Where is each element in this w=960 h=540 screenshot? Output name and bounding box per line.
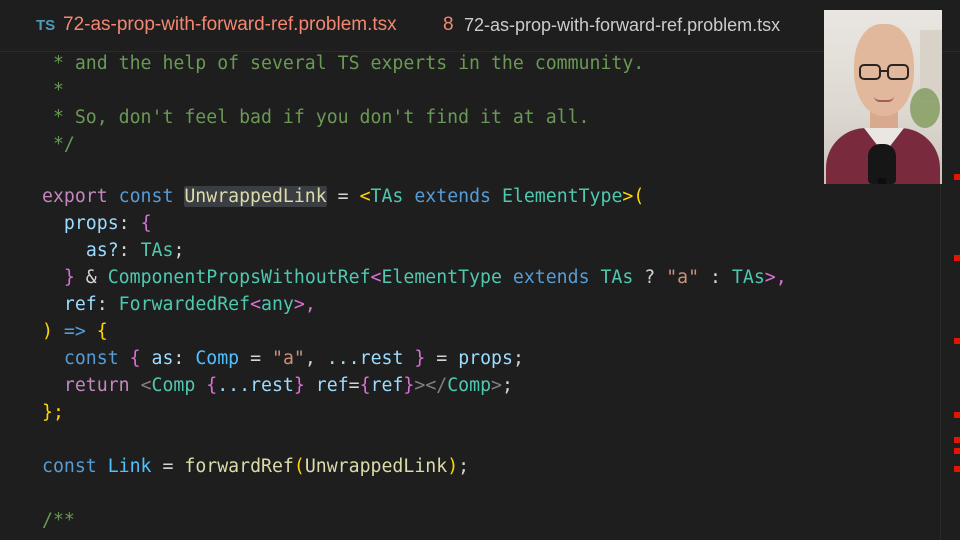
code-token: Comp (195, 348, 240, 369)
code-token: TAs (370, 186, 404, 207)
tab-error-count: 8 (443, 14, 454, 35)
code-token: ElementType (381, 267, 502, 288)
code-token: ? (633, 267, 667, 288)
code-token: } (403, 375, 415, 396)
code-token: Comp (151, 375, 196, 396)
code-token: = (239, 348, 272, 369)
code-line-14: }; (42, 399, 64, 426)
code-token: const (42, 456, 97, 477)
code-token: = (326, 186, 360, 207)
code-token: ComponentPropsWithoutRef (107, 267, 371, 288)
code-token: as (151, 348, 174, 369)
code-token: = (151, 456, 185, 477)
code-line-6: export const UnwrappedLink = <TAs extend… (42, 183, 644, 210)
error-mark (954, 338, 960, 344)
code-token: "a" (272, 348, 305, 369)
code-token: const (63, 348, 119, 369)
code-line-18: /** (42, 510, 75, 531)
code-token: } (293, 375, 305, 396)
code-token: : (699, 267, 732, 288)
error-mark (954, 466, 960, 472)
code-token: "a" (666, 267, 700, 288)
code-token: TAs (140, 240, 174, 261)
code-token: Comp (447, 375, 492, 396)
code-token: : (118, 240, 141, 261)
code-token: ) (42, 321, 53, 342)
code-token: ref (63, 294, 97, 315)
code-token: ; (502, 375, 513, 396)
code-line-7: props: { (42, 210, 152, 237)
code-token: ...rest (217, 375, 294, 396)
code-token: ...rest (326, 348, 404, 369)
code-token: export (42, 186, 108, 207)
code-token: forwardRef (184, 456, 294, 477)
code-line-8: as?: TAs; (42, 237, 185, 264)
code-line-12: const { as: Comp = "a", ...rest } = prop… (63, 348, 524, 369)
code-line-4: */ (42, 134, 75, 155)
code-line-13: return <Comp {...rest} ref={ref}></Comp>… (63, 375, 513, 396)
presenter-webcam (824, 10, 942, 184)
code-token: } (414, 348, 426, 369)
code-token: } (63, 267, 75, 288)
error-mark (954, 448, 960, 454)
code-token: extends (414, 186, 491, 207)
code-token: any (261, 294, 294, 315)
code-line-9: } & ComponentPropsWithoutRef<ElementType… (42, 264, 787, 291)
error-mark (954, 174, 960, 180)
code-token: ; (458, 456, 470, 477)
code-token: ElementType (501, 186, 623, 207)
code-line-16: const Link = forwardRef(UnwrappedLink); (42, 456, 470, 477)
error-mark (954, 412, 960, 418)
code-token: UnwrappedLink (304, 456, 448, 477)
code-token: props (458, 348, 513, 369)
code-token: & (74, 267, 108, 288)
code-token: ref (370, 375, 404, 396)
error-mark (954, 437, 960, 443)
code-line-2: * (42, 80, 64, 101)
code-editor[interactable]: * and the help of several TS experts in … (0, 52, 940, 540)
code-token: : (173, 348, 196, 369)
code-token: extends (512, 267, 590, 288)
code-token: return (63, 375, 130, 396)
tab-filename[interactable]: 72-as-prop-with-forward-ref.problem.tsx (63, 14, 397, 36)
error-mark (954, 255, 960, 261)
code-token: => (52, 321, 97, 342)
code-token: { (96, 321, 108, 342)
code-token: : (118, 213, 141, 234)
code-token: : (96, 294, 119, 315)
code-token: { (129, 348, 141, 369)
typescript-file-icon: TS (36, 17, 56, 34)
code-token: ref (315, 375, 349, 396)
code-token: TAs (731, 267, 765, 288)
code-token: >, (293, 294, 316, 315)
code-token: < (359, 186, 371, 207)
code-token: TAs (600, 267, 634, 288)
code-token: const (118, 186, 174, 207)
code-line-1: * and the help of several TS experts in … (42, 53, 645, 74)
code-token: ; (173, 240, 185, 261)
code-token: }; (42, 402, 64, 423)
code-line-11: ) => { (42, 318, 108, 345)
code-token: ; (512, 348, 524, 369)
code-token: Link (107, 456, 152, 477)
code-token: ></ (414, 375, 448, 396)
code-token-highlighted[interactable]: UnwrappedLink (184, 186, 327, 207)
code-token: = (425, 348, 459, 369)
code-token: < (370, 267, 382, 288)
code-token: >( (622, 186, 645, 207)
code-token: { (206, 375, 218, 396)
code-token: { (140, 213, 152, 234)
editor-tab-bar: TS 72-as-prop-with-forward-ref.problem.t… (0, 0, 960, 52)
code-line-3: * So, don't feel bad if you don't find i… (42, 107, 590, 128)
code-token: props (63, 213, 119, 234)
code-token: as? (85, 240, 119, 261)
tab-description: 72-as-prop-with-forward-ref.problem.tsx (464, 15, 781, 35)
code-token: >, (764, 267, 787, 288)
code-token: ForwardedRef (118, 294, 251, 315)
code-token: { (359, 375, 371, 396)
code-line-10: ref: ForwardedRef<any>, (63, 294, 316, 315)
